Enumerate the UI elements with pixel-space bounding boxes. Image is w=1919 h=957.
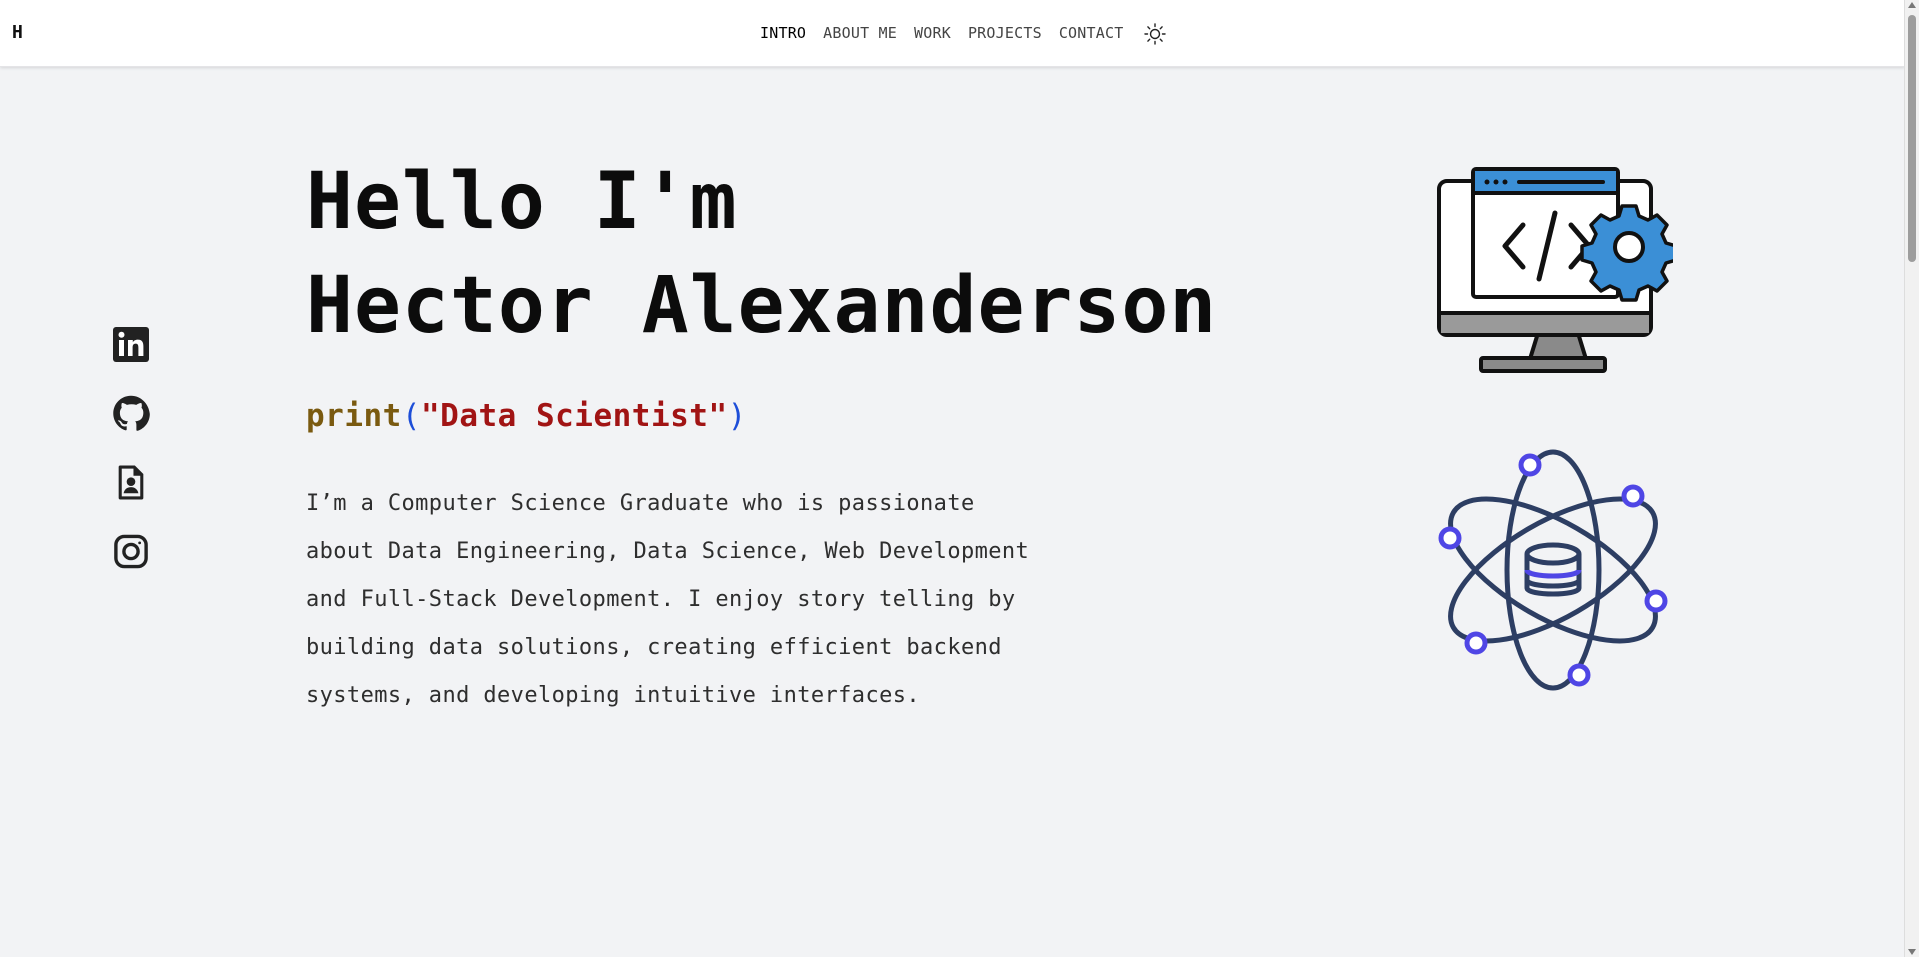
- scroll-up-arrow-icon[interactable]: [1908, 2, 1916, 8]
- instagram-link[interactable]: [112, 533, 150, 570]
- bio-line: building data solutions, creating effici…: [306, 635, 1002, 660]
- hero-title: Hello I'm Hector Alexanderson: [306, 150, 1217, 358]
- atom-database-illustration: [1436, 446, 1676, 700]
- site-logo[interactable]: H: [12, 22, 23, 43]
- nav-link-work[interactable]: WORK: [914, 24, 951, 42]
- scroll-down-arrow-icon[interactable]: [1908, 949, 1916, 955]
- resume-link[interactable]: [112, 464, 150, 501]
- theme-toggle-button[interactable]: [1142, 21, 1168, 47]
- nav-link-about-me[interactable]: ABOUT ME: [823, 24, 897, 42]
- bio-line: about Data Engineering, Data Science, We…: [306, 539, 1030, 564]
- bio-line: systems, and developing intuitive interf…: [306, 683, 921, 708]
- github-link[interactable]: [112, 395, 150, 432]
- hero-section: Hello I'm Hector Alexanderson print("Dat…: [306, 150, 1217, 720]
- nav-links: INTRO ABOUT ME WORK PROJECTS CONTACT: [760, 18, 1168, 47]
- hero-title-line2: Hector Alexanderson: [306, 261, 1218, 351]
- code-close-paren: ): [727, 398, 747, 434]
- atom-database-icon: [1438, 449, 1668, 691]
- scrollbar-thumb[interactable]: [1908, 15, 1916, 262]
- monitor-code-illustration: [1433, 163, 1678, 382]
- nav-link-contact[interactable]: CONTACT: [1059, 24, 1124, 42]
- top-navbar: H INTRO ABOUT ME WORK PROJECTS CONTACT: [0, 0, 1905, 67]
- linkedin-icon: [113, 327, 149, 362]
- code-open-paren: (: [401, 398, 421, 434]
- bio-line: and Full-Stack Development. I enjoy stor…: [306, 587, 1016, 612]
- linkedin-link[interactable]: [112, 326, 150, 363]
- hero-title-line1: Hello I'm: [306, 157, 738, 247]
- social-links: [112, 326, 150, 570]
- code-string: "Data Scientist": [421, 398, 728, 434]
- bio-line: I’m a Computer Science Graduate who is p…: [306, 491, 975, 516]
- monitor-code-gear-icon: [1437, 167, 1678, 373]
- instagram-icon: [114, 534, 148, 569]
- resume-document-icon: [118, 465, 144, 500]
- bio-paragraph: I’m a Computer Science Graduate who is p…: [306, 480, 1106, 720]
- nav-link-intro[interactable]: INTRO: [760, 24, 806, 42]
- code-function: print: [306, 398, 402, 434]
- nav-link-projects[interactable]: PROJECTS: [968, 24, 1042, 42]
- role-code-snippet: print("Data Scientist"): [306, 398, 1217, 434]
- github-icon: [113, 395, 150, 431]
- page-scrollbar[interactable]: [1904, 0, 1919, 957]
- sun-icon: [1144, 23, 1167, 45]
